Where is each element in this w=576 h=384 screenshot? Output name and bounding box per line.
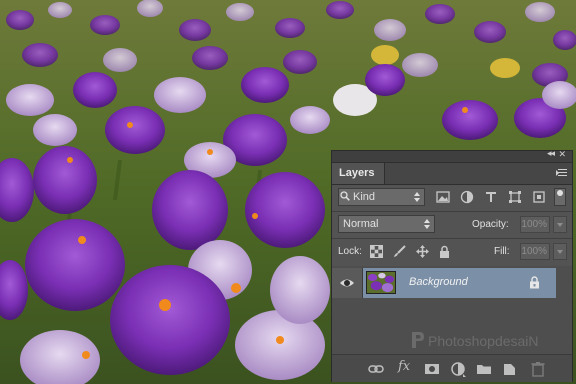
type-filter-icon[interactable] — [484, 190, 498, 204]
filter-toggle-icon[interactable] — [554, 188, 566, 206]
lock-row: Lock: Fill: 100% — [332, 239, 572, 265]
collapse-icon[interactable]: ◂◂ — [547, 149, 555, 159]
filter-row: Kind — [332, 185, 572, 211]
layers-panel: ◂◂ ✕ Layers Kind Normal Opacity: 100% Lo… — [331, 149, 573, 382]
shape-filter-icon[interactable] — [508, 190, 522, 204]
lock-all-icon[interactable] — [438, 245, 451, 258]
fill-dropdown-button[interactable] — [553, 243, 567, 260]
trash-icon[interactable] — [530, 361, 546, 377]
panel-title-bar: ◂◂ ✕ — [332, 149, 572, 163]
lock-position-icon[interactable] — [416, 245, 429, 258]
adjustment-filter-icon[interactable] — [460, 190, 474, 204]
layer-row[interactable]: Background — [332, 268, 572, 298]
smart-object-filter-icon[interactable] — [532, 190, 546, 204]
search-icon — [340, 191, 350, 201]
adjustment-layer-icon[interactable] — [450, 361, 466, 377]
blend-mode-dropdown[interactable]: Normal — [338, 215, 435, 233]
blend-row: Normal Opacity: 100% — [332, 212, 572, 238]
opacity-dropdown-button[interactable] — [553, 216, 567, 233]
eye-icon — [340, 279, 354, 287]
layer-name[interactable]: Background — [409, 276, 468, 288]
lock-transparent-pixels-icon[interactable] — [370, 245, 383, 258]
layer-mask-icon[interactable] — [424, 361, 440, 377]
link-layers-icon[interactable] — [368, 361, 384, 377]
visibility-toggle[interactable] — [332, 268, 363, 298]
layers-list: Background PhotoshopdesaiN — [332, 266, 572, 354]
opacity-label: Opacity: — [472, 219, 509, 230]
panel-menu-icon[interactable] — [556, 169, 567, 178]
fill-field[interactable]: 100% — [520, 243, 550, 260]
watermark-text: PhotoshopdesaiN — [428, 333, 539, 349]
fx-icon[interactable]: fx — [398, 359, 410, 374]
lock-image-pixels-icon[interactable] — [393, 245, 406, 258]
layers-bottom-bar: fx — [332, 354, 572, 382]
blend-mode-value: Normal — [343, 218, 379, 230]
filter-kind-label: Kind — [353, 191, 376, 203]
group-folder-icon[interactable] — [476, 361, 492, 377]
tab-layers[interactable]: Layers — [332, 163, 386, 184]
image-filter-icon[interactable] — [436, 190, 450, 204]
layer-lock-icon[interactable] — [529, 276, 540, 289]
opacity-field[interactable]: 100% — [520, 216, 550, 233]
fill-label: Fill: — [494, 246, 510, 257]
lock-label: Lock: — [338, 246, 362, 257]
panel-tab-row: Layers — [332, 163, 572, 185]
watermark-logo — [412, 332, 424, 348]
layer-thumbnail — [366, 271, 396, 294]
filter-kind-dropdown[interactable]: Kind — [338, 188, 425, 206]
close-icon[interactable]: ✕ — [558, 150, 566, 160]
new-layer-icon[interactable] — [502, 361, 518, 377]
